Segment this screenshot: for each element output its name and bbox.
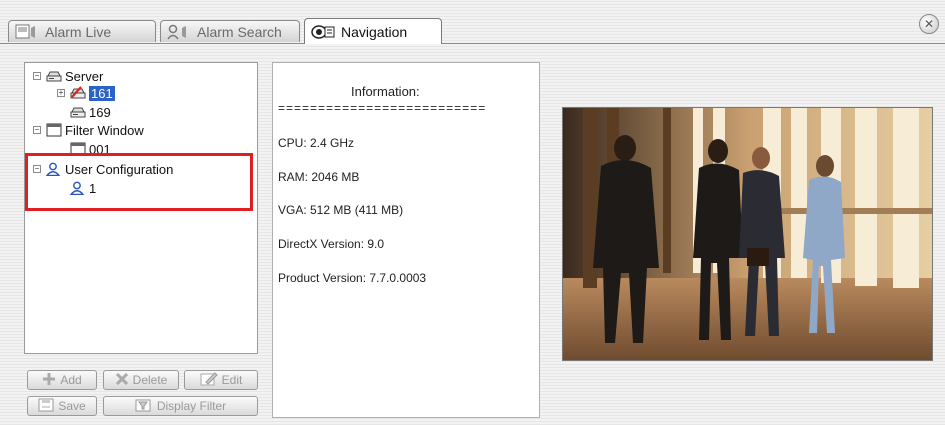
tree-item-server-161[interactable]: + 161: [57, 84, 115, 102]
edit-button[interactable]: Edit: [184, 370, 258, 390]
add-button[interactable]: Add: [27, 370, 97, 390]
close-icon[interactable]: ✕: [919, 14, 939, 34]
tab-bar: Alarm Live Alarm Search Navigation ✕: [0, 0, 945, 44]
info-heading: Information:: [351, 84, 420, 99]
delete-button-label: Delete: [132, 373, 168, 387]
info-separator: ==========================: [278, 101, 487, 115]
expand-icon[interactable]: +: [57, 89, 65, 97]
server-icon: [70, 105, 86, 119]
info-cpu: CPU: 2.4 GHz: [278, 136, 355, 150]
tab-alarm-live[interactable]: Alarm Live: [8, 20, 156, 42]
tree-item-label: Server: [65, 68, 104, 84]
tree-item-filter-window[interactable]: − Filter Window: [33, 121, 144, 139]
tab-navigation[interactable]: Navigation: [304, 18, 442, 44]
tree-item-label: Filter Window: [65, 122, 144, 138]
tree-item-label: 169: [89, 104, 111, 120]
save-button-label: Save: [58, 399, 86, 413]
save-icon: [38, 398, 54, 415]
window-icon: [46, 123, 62, 137]
tab-alarm-search[interactable]: Alarm Search: [160, 20, 300, 42]
edit-button-label: Edit: [221, 373, 243, 387]
alarm-search-icon: [167, 24, 191, 40]
highlight-box: [25, 153, 253, 211]
tab-alarm-search-label: Alarm Search: [197, 23, 282, 40]
server-offline-icon: [70, 86, 86, 100]
tree-item-server-169[interactable]: 169: [70, 103, 111, 121]
delete-icon: [115, 372, 129, 389]
plus-icon: [42, 372, 56, 389]
tab-divider: [0, 43, 945, 44]
add-button-label: Add: [60, 373, 82, 387]
display-filter-icon: [135, 398, 153, 415]
alarm-live-icon: [15, 24, 39, 40]
info-product-version: Product Version: 7.7.0.0003: [278, 271, 427, 285]
tab-navigation-label: Navigation: [341, 23, 408, 40]
information-panel: Information: ========================== …: [272, 62, 540, 418]
display-filter-button[interactable]: Display Filter: [103, 396, 258, 416]
server-icon: [46, 69, 62, 83]
display-filter-button-label: Display Filter: [156, 399, 227, 413]
edit-icon: [200, 371, 218, 389]
navigation-icon: [311, 24, 335, 40]
info-ram: RAM: 2046 MB: [278, 170, 360, 184]
preview-image: [562, 107, 933, 361]
tab-alarm-live-label: Alarm Live: [45, 23, 112, 40]
collapse-icon[interactable]: −: [33, 126, 41, 134]
info-directx: DirectX Version: 9.0: [278, 237, 385, 251]
tree-item-label: 161: [89, 85, 115, 101]
collapse-icon[interactable]: −: [33, 72, 41, 80]
info-vga: VGA: 512 MB (411 MB): [278, 203, 404, 217]
tree-item-server[interactable]: − Server: [33, 67, 103, 85]
delete-button[interactable]: Delete: [103, 370, 179, 390]
save-button[interactable]: Save: [27, 396, 97, 416]
